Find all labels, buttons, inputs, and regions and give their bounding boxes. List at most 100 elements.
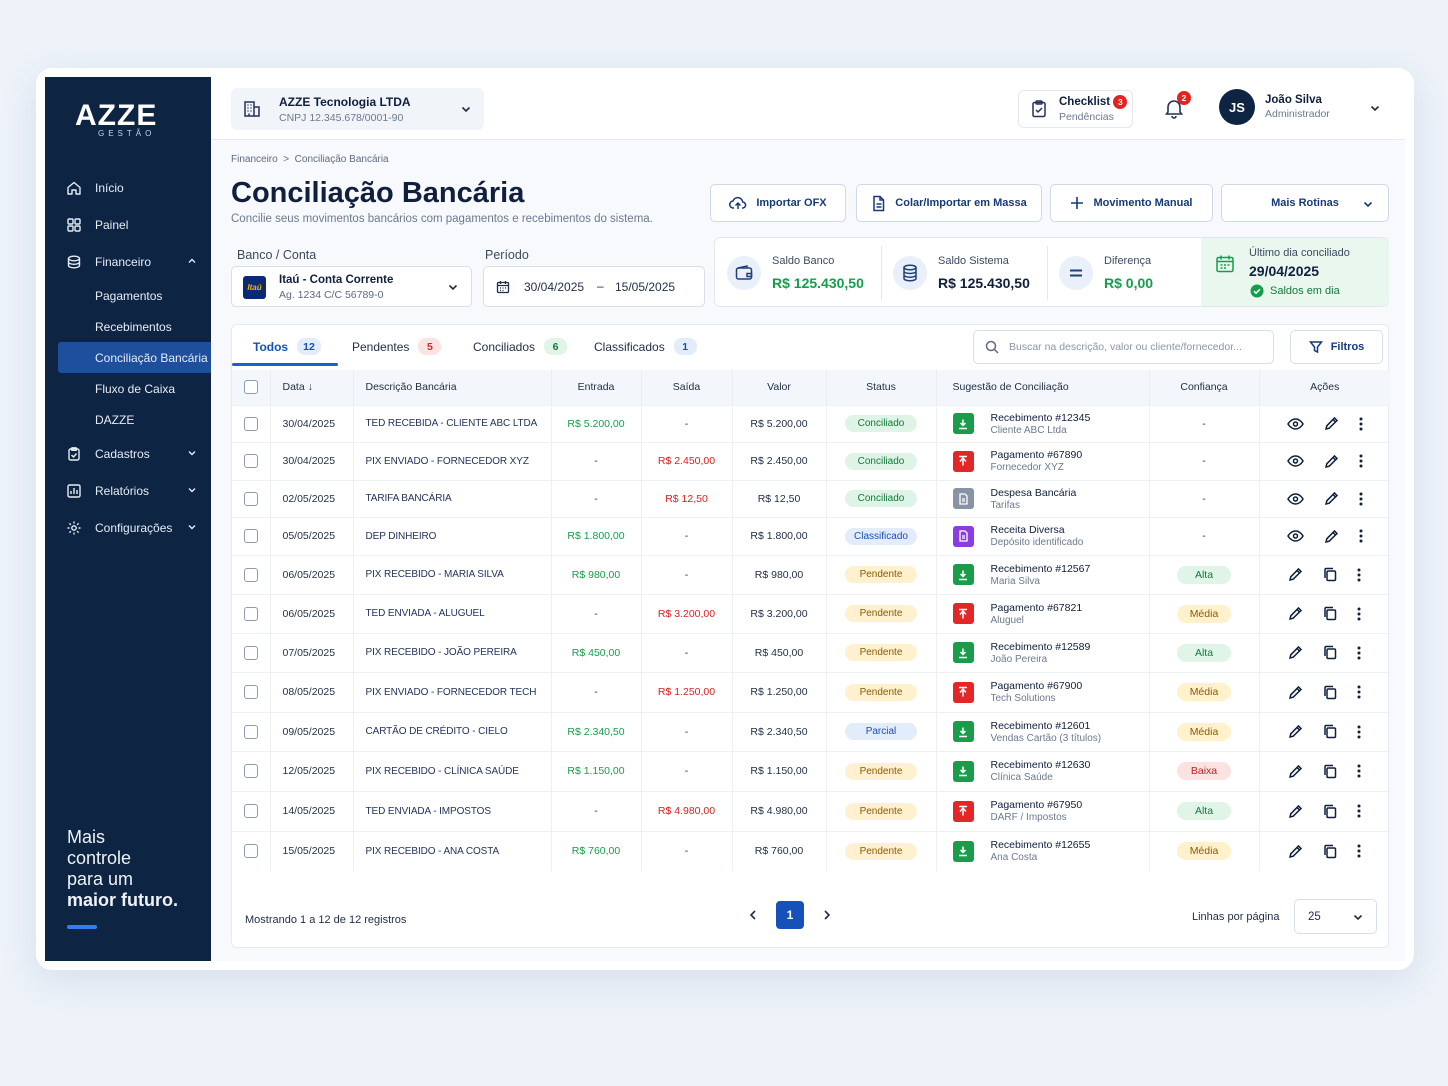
chevron-left-icon[interactable] [748, 909, 758, 921]
cell-suggestion[interactable]: Receita Diversa Depósito identificado [936, 516, 1150, 555]
chevron-right-icon[interactable] [822, 909, 832, 921]
filters-button[interactable]: Filtros [1290, 330, 1383, 364]
sidebar-subitem-fluxo-caixa[interactable]: Fluxo de Caixa [45, 373, 211, 404]
copy-icon[interactable] [1323, 685, 1337, 700]
row-checkbox[interactable] [243, 416, 258, 431]
search-input[interactable]: Buscar na descrição, valor ou cliente/fo… [973, 330, 1274, 364]
copy-icon[interactable] [1323, 567, 1337, 582]
more-vertical-icon[interactable] [1357, 646, 1361, 660]
table-row[interactable]: 08/05/2025 PIX ENVIADO - FORNECEDOR TECH -… [232, 671, 1390, 712]
sidebar-subitem-recebimentos[interactable]: Recebimentos [45, 311, 211, 342]
table-row[interactable]: 12/05/2025 PIX RECEBIDO - CLÍNICA SAÚDE R$… [232, 750, 1390, 791]
more-vertical-icon[interactable] [1357, 844, 1361, 858]
row-checkbox[interactable] [243, 454, 258, 468]
edit-icon[interactable] [1288, 567, 1303, 582]
table-row[interactable]: 30/04/2025 TED RECEBIDA - CLIENTE ABC LTD… [232, 404, 1390, 442]
table-row[interactable]: 14/05/2025 TED ENVIADA - IMPOSTOS - R$ 4.98… [232, 790, 1390, 831]
row-checkbox[interactable] [243, 844, 258, 859]
cell-suggestion[interactable]: Recebimento #12567 Maria Silva [936, 554, 1150, 594]
column-header-data[interactable]: Data ↓ [270, 370, 354, 405]
user-menu[interactable]: JS João Silva Administrador [1219, 89, 1380, 125]
row-checkbox[interactable] [243, 804, 258, 818]
copy-icon[interactable] [1323, 606, 1337, 621]
eye-icon[interactable] [1286, 492, 1304, 505]
sidebar-subitem-pagamentos[interactable]: Pagamentos [45, 280, 211, 311]
tab-todos[interactable]: Todos 12 [253, 338, 321, 355]
row-checkbox[interactable] [243, 606, 258, 621]
checklist-button[interactable]: Checklist 3 Pendências [1018, 90, 1133, 128]
edit-icon[interactable] [1324, 454, 1339, 469]
page-button-current[interactable]: 1 [776, 901, 804, 929]
row-checkbox[interactable] [243, 764, 258, 778]
row-checkbox[interactable] [243, 567, 258, 582]
more-vertical-icon[interactable] [1357, 725, 1361, 739]
more-vertical-icon[interactable] [1357, 764, 1361, 778]
table-row[interactable]: 05/05/2025 DEP DINHEIRO R$ 1.800,00- R$ 1.8… [232, 516, 1390, 555]
table-row[interactable]: 15/05/2025 PIX RECEBIDO - ANA COSTA R$ 760… [232, 830, 1390, 871]
cell-suggestion[interactable]: Recebimento #12589 João Pereira [936, 632, 1150, 672]
sidebar-subitem-conciliacao[interactable]: Conciliação Bancária [58, 342, 211, 373]
cell-suggestion[interactable]: Pagamento #67950 DARF / Impostos [936, 790, 1150, 831]
import-ofx-button[interactable]: Importar OFX [710, 184, 846, 222]
row-checkbox[interactable] [243, 491, 258, 506]
sidebar-item-cadastros[interactable]: Cadastros [45, 435, 211, 472]
sidebar-subitem-dazze[interactable]: DAZZE [45, 404, 211, 435]
edit-icon[interactable] [1288, 844, 1303, 859]
more-vertical-icon[interactable] [1359, 417, 1363, 431]
sidebar-item-financeiro[interactable]: Financeiro [45, 243, 211, 280]
company-selector[interactable]: AZZE Tecnologia LTDA CNPJ 12.345.678/000… [231, 88, 484, 130]
cell-suggestion[interactable]: Recebimento #12601 Vendas Cartão (3 títul… [936, 711, 1150, 751]
manual-movement-button[interactable]: Movimento Manual [1050, 184, 1213, 222]
notifications-button[interactable]: 2 [1163, 91, 1191, 119]
edit-icon[interactable] [1324, 416, 1339, 431]
row-checkbox[interactable] [243, 645, 258, 660]
copy-icon[interactable] [1323, 804, 1337, 819]
row-checkbox[interactable] [243, 529, 258, 543]
breadcrumb-item-financeiro[interactable]: Financeiro [231, 154, 278, 165]
more-vertical-icon[interactable] [1359, 529, 1363, 543]
edit-icon[interactable] [1288, 764, 1303, 779]
tab-conciliados[interactable]: Conciliados 6 [473, 338, 568, 355]
edit-icon[interactable] [1288, 724, 1303, 739]
copy-icon[interactable] [1323, 764, 1337, 779]
eye-icon[interactable] [1286, 530, 1304, 542]
more-vertical-icon[interactable] [1359, 454, 1363, 468]
row-checkbox[interactable] [243, 724, 258, 739]
copy-icon[interactable] [1323, 645, 1337, 660]
edit-icon[interactable] [1324, 529, 1339, 544]
eye-icon[interactable] [1286, 455, 1304, 467]
eye-icon[interactable] [1286, 417, 1304, 430]
more-routines-dropdown[interactable]: Mais Rotinas [1221, 184, 1389, 222]
edit-icon[interactable] [1288, 606, 1303, 621]
edit-icon[interactable] [1288, 645, 1303, 660]
copy-icon[interactable] [1323, 724, 1337, 739]
cell-suggestion[interactable]: Despesa Bancária Tarifas [936, 479, 1150, 517]
cell-suggestion[interactable]: Recebimento #12345 Cliente ABC Ltda [936, 404, 1150, 442]
cell-suggestion[interactable]: Pagamento #67900 Tech Solutions [936, 671, 1150, 712]
cell-suggestion[interactable]: Pagamento #67821 Aluguel [936, 593, 1150, 633]
cell-suggestion[interactable]: Recebimento #12655 Ana Costa [936, 830, 1150, 871]
edit-icon[interactable] [1324, 491, 1339, 506]
more-vertical-icon[interactable] [1357, 804, 1361, 818]
select-all-checkbox[interactable] [243, 380, 258, 395]
row-checkbox[interactable] [243, 685, 258, 699]
table-row[interactable]: 02/05/2025 TARIFA BANCÁRIA - R$ 12,50 R$ 12,… [232, 479, 1390, 517]
paste-import-button[interactable]: Colar/Importar em Massa [856, 184, 1042, 222]
edit-icon[interactable] [1288, 685, 1303, 700]
rows-per-page-select[interactable]: 25 [1294, 899, 1377, 934]
period-picker[interactable]: 30/04/2025 – 15/05/2025 [483, 266, 705, 307]
sidebar-item-relatorios[interactable]: Relatórios [45, 472, 211, 509]
cell-suggestion[interactable]: Pagamento #67890 Fornecedor XYZ [936, 441, 1150, 480]
bank-account-select[interactable]: Itaú Itaú - Conta Corrente Ag. 1234 C/C … [231, 266, 472, 307]
sidebar-item-inicio[interactable]: Início [45, 169, 211, 206]
table-row[interactable]: 30/04/2025 PIX ENVIADO - FORNECEDOR XYZ - R… [232, 441, 1390, 480]
table-row[interactable]: 06/05/2025 TED ENVIADA - ALUGUEL - R$ 3.200… [232, 593, 1390, 633]
edit-icon[interactable] [1288, 804, 1303, 819]
tab-pendentes[interactable]: Pendentes 5 [352, 338, 442, 355]
more-vertical-icon[interactable] [1357, 607, 1361, 621]
copy-icon[interactable] [1323, 844, 1337, 859]
more-vertical-icon[interactable] [1359, 492, 1363, 506]
sidebar-item-painel[interactable]: Painel [45, 206, 211, 243]
table-row[interactable]: 07/05/2025 PIX RECEBIDO - JOÃO PEREIRA R$ … [232, 632, 1390, 672]
cell-suggestion[interactable]: Recebimento #12630 Clínica Saúde [936, 750, 1150, 791]
